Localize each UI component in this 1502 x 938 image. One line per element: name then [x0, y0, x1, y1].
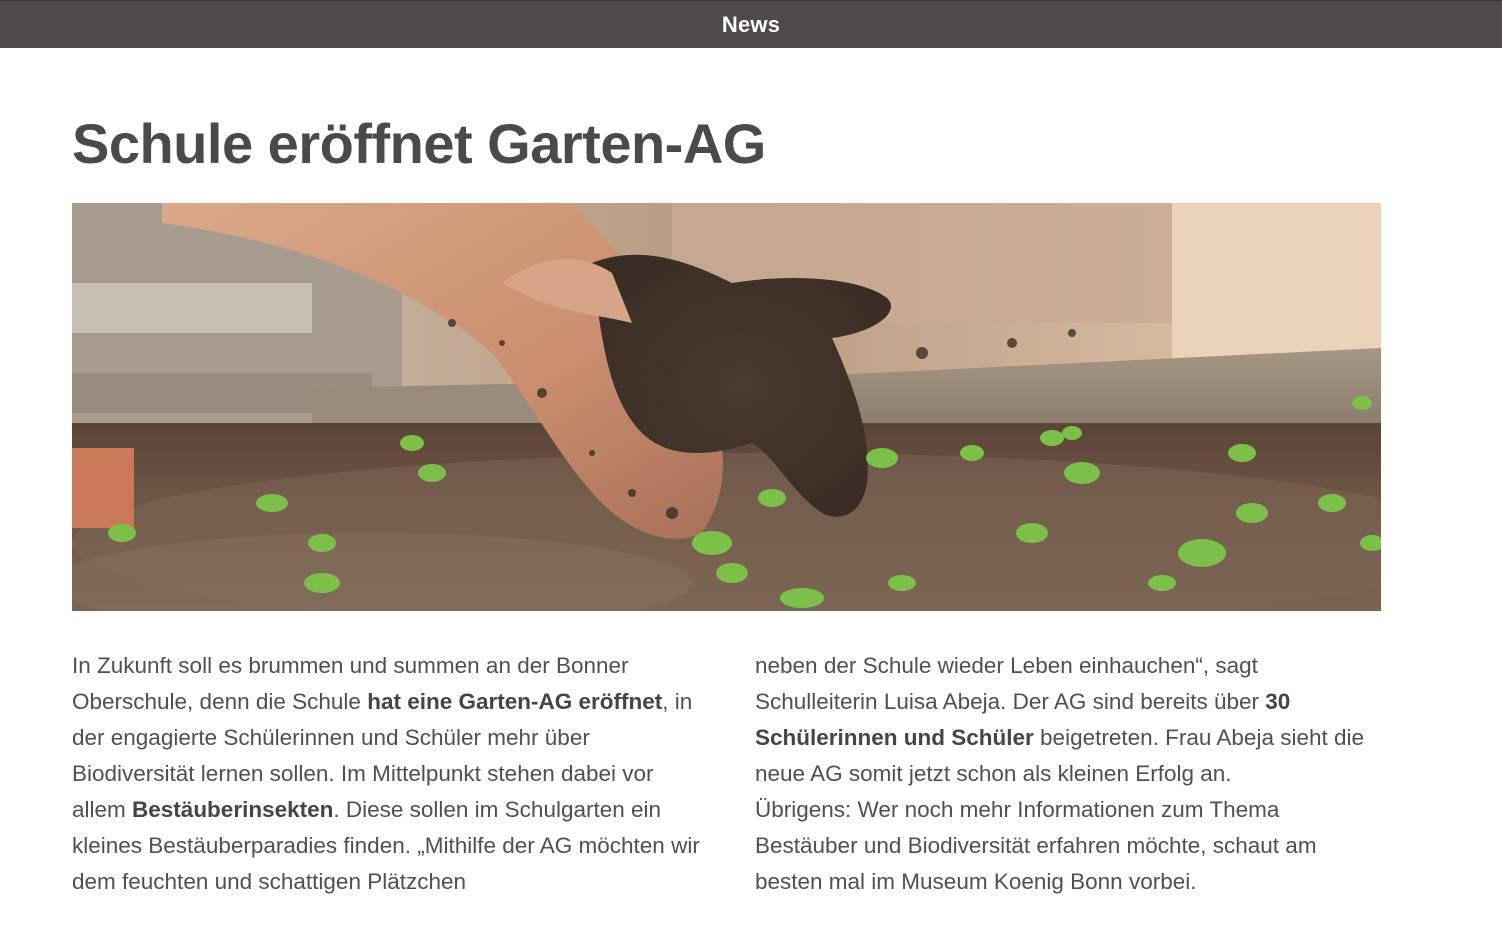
bold-text: Bestäuberinsekten [132, 797, 334, 822]
article-paragraph: Übrigens: Wer noch mehr Informationen zu… [755, 797, 1317, 894]
article-paragraph: In Zukunft soll es brummen und summen an… [72, 648, 700, 900]
text-span: neben der Schule wieder Leben einhauchen… [755, 653, 1266, 714]
article-column-right: neben der Schule wieder Leben einhauchen… [755, 648, 1383, 900]
article-paragraph: neben der Schule wieder Leben einhauchen… [755, 648, 1383, 792]
topbar-title: News [721, 11, 781, 37]
article-hero-image [72, 203, 1381, 611]
article-headline: Schule eröffnet Garten-AG [72, 112, 766, 175]
top-bar: News [0, 0, 1502, 48]
garden-hands-photo-icon [72, 203, 1381, 611]
bold-text: hat eine Garten-AG eröffnet [367, 689, 663, 714]
article-column-left: In Zukunft soll es brummen und summen an… [72, 648, 700, 900]
